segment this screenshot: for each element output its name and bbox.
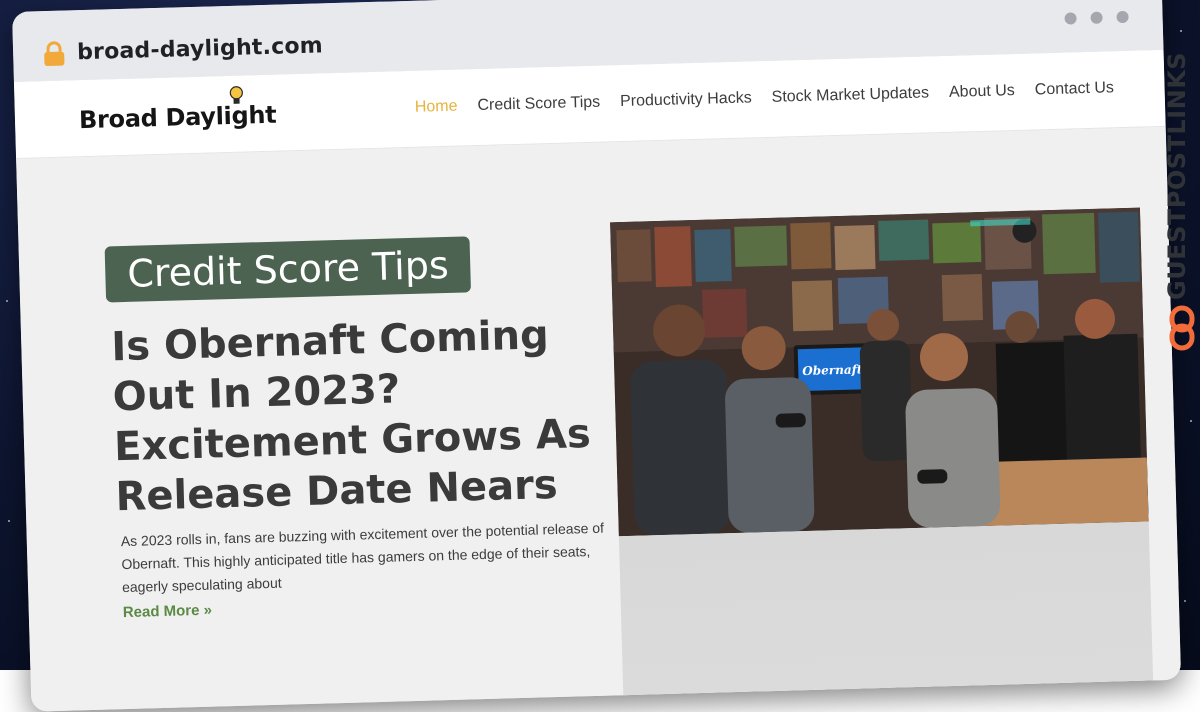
featured-post: Credit Score Tips Is Obernaft Coming Out… (16, 126, 1182, 712)
site-logo[interactable]: Broad Daylight (79, 101, 277, 135)
window-controls (1064, 10, 1129, 25)
nav-credit-score-tips[interactable]: Credit Score Tips (477, 94, 600, 115)
window-dot[interactable] (1090, 11, 1103, 24)
browser-window: broad-daylight.com Broad Daylight Home C… (12, 0, 1182, 712)
window-dot[interactable] (1116, 10, 1129, 24)
nav-about-us[interactable]: About Us (949, 82, 1015, 102)
image-placeholder (618, 521, 1155, 712)
category-badge[interactable]: Credit Score Tips (104, 236, 472, 303)
url-text[interactable]: broad-daylight.com (77, 33, 323, 65)
nav-productivity-hacks[interactable]: Productivity Hacks (620, 89, 752, 111)
main-nav: Home Credit Score Tips Productivity Hack… (415, 79, 1115, 117)
nav-stock-market-updates[interactable]: Stock Market Updates (771, 84, 929, 106)
lock-icon (44, 41, 65, 67)
star (1184, 600, 1186, 602)
post-excerpt: As 2023 rolls in, fans are buzzing with … (120, 519, 605, 596)
read-more-link[interactable]: Read More » (123, 602, 213, 621)
star (6, 300, 8, 302)
svg-text:Obernaft: Obernaft (802, 362, 863, 378)
post-title[interactable]: Is Obernaft Coming Out In 2023? Exciteme… (111, 308, 616, 522)
nav-contact-us[interactable]: Contact Us (1035, 79, 1115, 99)
window-dot[interactable] (1064, 12, 1077, 25)
star (8, 520, 10, 522)
star (1180, 30, 1182, 32)
chain-link-icon (1169, 305, 1195, 351)
nav-home[interactable]: Home (415, 98, 458, 117)
star (1190, 420, 1192, 422)
lightbulb-icon (229, 86, 243, 104)
post-featured-image[interactable]: Obernaft (610, 207, 1149, 537)
watermark-text: GUESTPOSTLINKS (1163, 51, 1191, 300)
game-room-photo: Obernaft (610, 207, 1149, 537)
